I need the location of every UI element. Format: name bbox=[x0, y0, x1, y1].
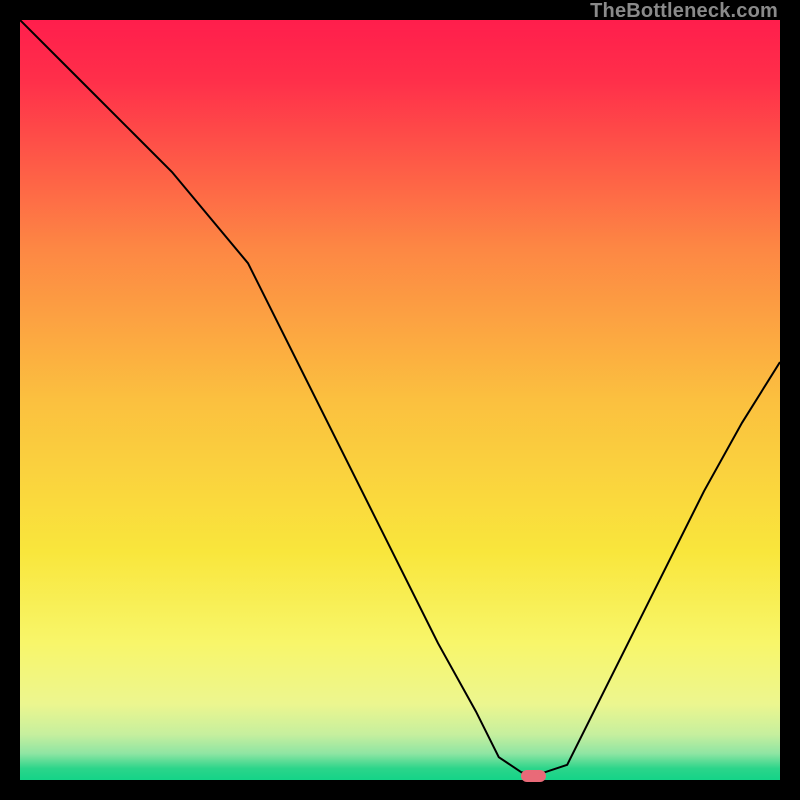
optimum-marker bbox=[521, 770, 546, 782]
watermark-text: TheBottleneck.com bbox=[590, 0, 778, 23]
chart-plot bbox=[20, 20, 780, 780]
chart-frame bbox=[20, 20, 780, 780]
